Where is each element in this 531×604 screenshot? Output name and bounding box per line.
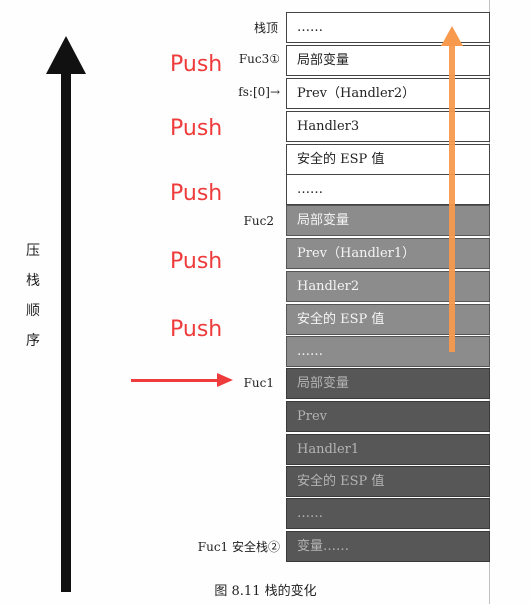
stack-cell: …… — [286, 174, 490, 205]
stack-cell: Handler2 — [286, 271, 490, 302]
push-annotation: Push — [170, 181, 223, 206]
stack-cell: …… — [286, 336, 490, 367]
fuc2-label: Fuc2 — [243, 214, 274, 228]
stack-cell: 变量…… — [286, 531, 490, 562]
order-char: 压 — [26, 243, 40, 259]
stack-cell: 局部变量 — [286, 45, 490, 76]
stack-cell: 安全的 ESP 值 — [286, 466, 490, 497]
stack-order-arrow-head — [46, 36, 86, 74]
stack-cell: 局部变量 — [286, 205, 490, 236]
push-annotation: Push — [170, 116, 223, 141]
push-annotation: Push — [170, 52, 223, 77]
stack-cell: 安全的 ESP 值 — [286, 144, 490, 175]
fs0-label: fs:[0]→ — [238, 85, 280, 99]
orange-arrow-head — [441, 26, 463, 46]
stack-order-arrow-shaft — [61, 72, 71, 592]
stack-order-label: 压 栈 顺 序 — [24, 236, 42, 356]
stack-cell: 安全的 ESP 值 — [286, 304, 490, 335]
red-arrow-head — [217, 373, 233, 387]
figure-caption: 图 8.11 栈的变化 — [214, 584, 317, 599]
stack-cell: Prev（Handler2） — [286, 78, 490, 109]
stack-cell: …… — [286, 498, 490, 529]
red-arrow-shaft — [131, 379, 221, 382]
stack-diagram: 压 栈 顺 序 …… 局部变量 Prev（Handler2） Handler3 … — [0, 0, 531, 604]
fuc1-safe-stack-label: Fuc1 安全栈② — [197, 540, 280, 554]
stack-cell: Prev — [286, 401, 490, 432]
stack-cell: 局部变量 — [286, 368, 490, 399]
orange-arrow-shaft — [449, 44, 455, 352]
order-char: 栈 — [26, 273, 40, 289]
order-char: 顺 — [26, 303, 40, 319]
order-char: 序 — [26, 333, 40, 349]
stack-cell: Handler1 — [286, 434, 490, 465]
stack-cell: Handler3 — [286, 111, 490, 142]
push-annotation: Push — [170, 317, 223, 342]
stack-top-label: 栈顶 — [253, 21, 278, 35]
stack-cell: Prev（Handler1） — [286, 238, 490, 269]
push-annotation: Push — [170, 249, 223, 274]
